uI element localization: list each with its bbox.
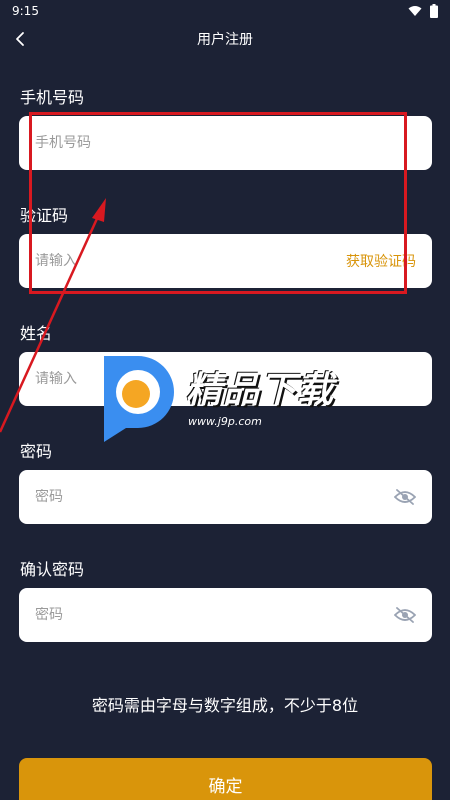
password-field [19, 470, 432, 524]
phone-field [19, 116, 432, 170]
eye-off-icon [394, 607, 416, 623]
code-field: 获取验证码 [19, 234, 432, 288]
name-label: 姓名 [20, 324, 53, 343]
password-hint: 密码需由字母与数字组成，不少于8位 [91, 696, 359, 715]
wifi-icon [408, 6, 422, 16]
confirm-password-label: 确认密码 [20, 560, 85, 579]
status-time: 9:15 [12, 4, 39, 18]
submit-button[interactable]: 确定 [19, 758, 432, 800]
back-button[interactable] [8, 24, 32, 54]
status-bar: 9:15 [0, 0, 450, 22]
watermark-url: www.j9p.com [188, 414, 262, 428]
confirm-password-field [19, 588, 432, 642]
phone-input[interactable] [35, 135, 416, 151]
battery-icon [430, 4, 438, 18]
confirm-password-visibility-toggle[interactable] [394, 604, 416, 626]
password-visibility-toggle[interactable] [394, 486, 416, 508]
code-label: 验证码 [20, 206, 69, 225]
phone-label: 手机号码 [20, 88, 85, 107]
get-code-button[interactable]: 获取验证码 [346, 251, 416, 271]
code-input[interactable] [35, 253, 346, 269]
password-label: 密码 [20, 442, 53, 461]
confirm-password-input[interactable] [35, 607, 394, 623]
chevron-left-icon [16, 32, 24, 46]
eye-off-icon [394, 489, 416, 505]
page-title: 用户注册 [197, 32, 253, 48]
status-icons [408, 4, 438, 18]
nav-bar: 用户注册 [0, 24, 450, 54]
name-input[interactable] [35, 371, 416, 387]
password-input[interactable] [35, 489, 394, 505]
name-field [19, 352, 432, 406]
